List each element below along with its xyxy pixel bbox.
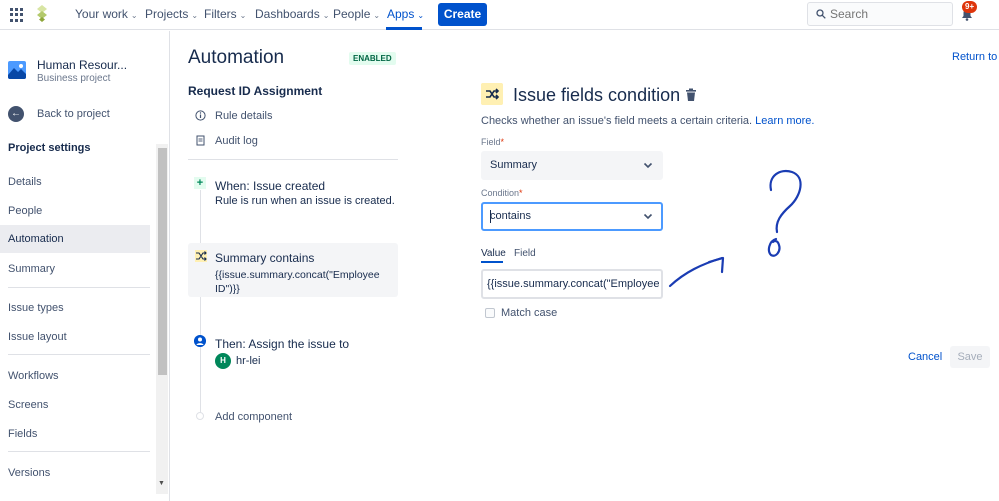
shuffle-icon [195, 250, 207, 262]
plus-icon: + [194, 177, 206, 189]
sidebar-item-people[interactable]: People [0, 197, 150, 225]
sidebar-item-issue-types[interactable]: Issue types [0, 294, 150, 322]
save-button[interactable]: Save [950, 346, 990, 368]
condition-select[interactable]: contains [481, 202, 663, 231]
value-input-wrapper [481, 269, 663, 299]
chevron-down-icon: ⌄ [239, 11, 247, 20]
shuffle-icon [481, 83, 503, 105]
field-select-value: Summary [490, 159, 538, 171]
rule-status-badge[interactable]: ENABLED [349, 52, 396, 65]
sidebar-item-issue-layout[interactable]: Issue layout [0, 323, 150, 351]
panel-title: Issue fields condition [513, 85, 681, 105]
user-circle-icon [194, 335, 206, 347]
sidebar-item-summary[interactable]: Summary [0, 255, 150, 283]
return-to-list-link[interactable]: Return to l [952, 51, 999, 63]
sidebar-divider [8, 354, 150, 355]
value-input[interactable] [487, 276, 659, 292]
chevron-down-icon: ⌄ [130, 11, 138, 20]
active-nav-indicator [386, 27, 422, 30]
audit-log-label: Audit log [215, 135, 258, 147]
project-sidebar: Human Resour... Business project ← Back … [0, 31, 170, 501]
required-mark: * [500, 137, 505, 147]
active-tab-indicator [481, 261, 503, 263]
sidebar-section-title: Project settings [8, 142, 91, 154]
chevron-down-icon [643, 213, 653, 220]
scroll-down-arrow-icon[interactable]: ▼ [158, 480, 165, 487]
match-case-checkbox[interactable] [485, 308, 495, 318]
sidebar-item-screens[interactable]: Screens [0, 391, 150, 419]
sidebar-item-versions[interactable]: Versions [0, 459, 150, 487]
nav-people[interactable]: People ⌄ [333, 7, 380, 21]
trigger-component-title[interactable]: When: Issue created [215, 179, 325, 193]
nav-apps[interactable]: Apps ⌄ [387, 7, 424, 21]
chevron-down-icon: ⌄ [373, 11, 381, 20]
search-input[interactable] [830, 5, 948, 23]
sidebar-scrollbar-thumb[interactable] [158, 148, 167, 375]
nav-dashboards[interactable]: Dashboards ⌄ [255, 7, 329, 21]
tab-value[interactable]: Value [481, 248, 506, 259]
condition-select-value: contains [490, 210, 531, 222]
assignee-name: hr-lei [236, 355, 261, 367]
sidebar-item-details[interactable]: Details [0, 168, 150, 196]
panel-description: Checks whether an issue's field meets a … [481, 115, 814, 127]
page-title: Automation [188, 47, 285, 68]
learn-more-link[interactable]: Learn more. [755, 115, 814, 127]
top-navigation: Your work ⌄ Projects ⌄ Filters ⌄ Dashboards… [0, 0, 999, 30]
sidebar-divider [8, 451, 150, 452]
field-label: Field* [481, 137, 505, 147]
sidebar-item-workflows[interactable]: Workflows [0, 362, 150, 390]
field-select[interactable]: Summary [481, 151, 663, 180]
action-component-title[interactable]: Then: Assign the issue to [215, 337, 349, 351]
section-divider [188, 159, 398, 160]
search-box[interactable] [807, 2, 953, 26]
back-arrow-icon: ← [8, 106, 24, 122]
chevron-down-icon [643, 162, 653, 169]
add-component-button[interactable]: Add component [215, 411, 292, 423]
project-avatar-icon [8, 61, 26, 79]
condition-component-title: Summary contains [215, 251, 315, 265]
info-icon [195, 110, 206, 121]
create-button[interactable]: Create [438, 3, 487, 26]
rule-details-label: Rule details [215, 110, 273, 122]
chevron-down-icon: ⌄ [417, 11, 425, 20]
nav-your-work[interactable]: Your work ⌄ [75, 7, 138, 21]
panel-description-text: Checks whether an issue's field meets a … [481, 115, 753, 127]
add-component-dot [196, 412, 204, 420]
sidebar-item-fields[interactable]: Fields [0, 420, 150, 448]
tab-field[interactable]: Field [514, 248, 536, 259]
cancel-button[interactable]: Cancel [902, 346, 948, 368]
chevron-down-icon: ⌄ [322, 11, 330, 20]
nav-filters[interactable]: Filters ⌄ [204, 7, 246, 21]
sidebar-item-automation[interactable]: Automation [0, 225, 150, 253]
back-to-project-label: Back to project [37, 108, 110, 120]
sidebar-divider [8, 287, 150, 288]
notification-badge: 9+ [962, 1, 978, 13]
apps-grid-icon[interactable] [10, 8, 24, 22]
trigger-component-subtitle: Rule is run when an issue is created. [215, 195, 395, 207]
search-icon [816, 9, 826, 19]
jira-logo-icon[interactable] [36, 5, 48, 23]
timeline-connector [200, 190, 201, 418]
rule-name[interactable]: Request ID Assignment [188, 84, 322, 98]
audit-log-icon [196, 135, 205, 146]
chevron-down-icon: ⌄ [191, 11, 199, 20]
condition-component-subtitle: {{issue.summary.concat("Employee ID")}} [215, 269, 380, 295]
match-case-label[interactable]: Match case [501, 307, 557, 319]
project-name[interactable]: Human Resour... [37, 58, 127, 72]
required-mark: * [519, 188, 523, 198]
trash-icon[interactable] [685, 88, 697, 102]
condition-label: Condition* [481, 188, 523, 198]
avatar: H [215, 353, 231, 369]
project-type: Business project [37, 73, 111, 84]
nav-projects[interactable]: Projects ⌄ [145, 7, 198, 21]
